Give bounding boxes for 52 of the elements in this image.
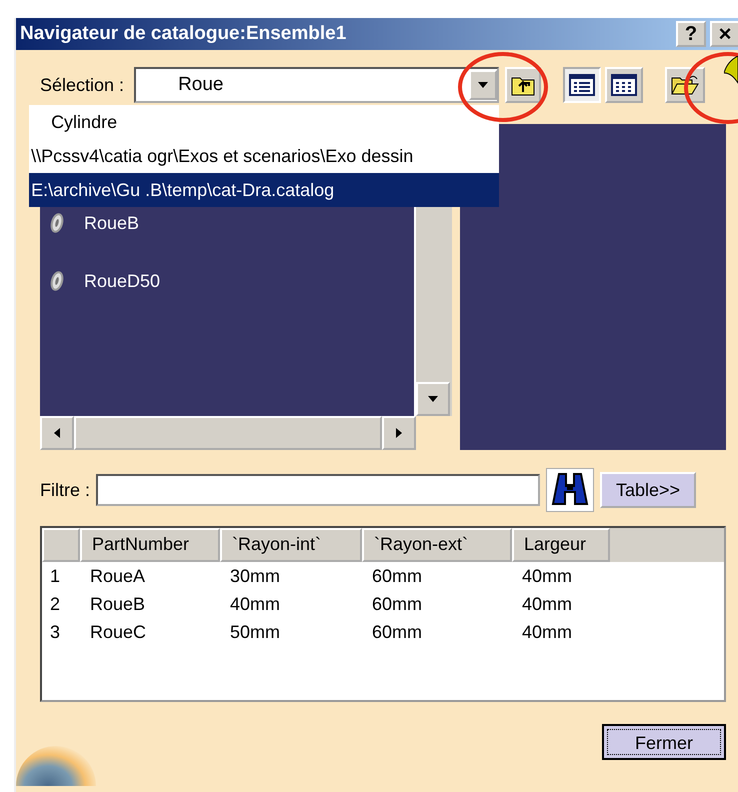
close-dialog-button[interactable]: Fermer	[602, 724, 726, 760]
scroll-right-button[interactable]	[382, 416, 416, 450]
table-cell-text: 40mm	[521, 622, 574, 642]
list-view-icon	[569, 74, 596, 96]
dropdown-button[interactable]	[469, 70, 498, 100]
dropdown-option[interactable]: Cylindre	[29, 105, 500, 139]
dropdown-option[interactable]: E:\archive\Gu .B\temp\cat-Dra.catalog	[29, 173, 500, 207]
horizontal-scrollbar[interactable]	[40, 416, 416, 450]
search-button[interactable]	[546, 468, 594, 512]
caret-icon	[478, 82, 488, 88]
scroll-left-button[interactable]	[40, 416, 74, 450]
filter-field[interactable]	[96, 474, 540, 506]
help-button[interactable]: ?	[676, 21, 706, 47]
binoculars-icon	[551, 472, 590, 508]
column-header[interactable]: PartNumber	[80, 528, 220, 562]
selection-label: Sélection :	[40, 74, 124, 96]
catalog-item[interactable]: RoueB	[84, 212, 140, 234]
close-button[interactable]: ×	[710, 21, 738, 47]
column-header[interactable]: `Rayon-int`	[220, 528, 362, 562]
table-cell-text: RoueC	[89, 622, 148, 642]
catalog-item[interactable]: RoueD50	[84, 270, 160, 292]
open-folder-icon	[671, 74, 700, 96]
caret-icon	[54, 428, 60, 438]
table-cell-text: 60mm	[371, 594, 424, 614]
column-header[interactable]: `Rayon-ext`	[362, 528, 512, 562]
scroll-down-button[interactable]	[416, 382, 450, 416]
window-title: Navigateur de catalogue:Ensemble1	[20, 23, 346, 45]
wheel-icon	[50, 270, 64, 292]
grid-view-button[interactable]	[605, 67, 644, 103]
dropdown-option[interactable]: \\Pcssv4\catia ogr\Exos et scenarios\Exo dessin	[29, 139, 500, 173]
caret-icon	[396, 428, 402, 438]
table-cell-text: 60mm	[371, 566, 424, 586]
table-cell-text: 50mm	[229, 622, 282, 642]
table-cell-text: 40mm	[521, 566, 574, 586]
row-number: 2	[49, 594, 62, 614]
column-header[interactable]: Largeur	[512, 528, 610, 562]
caret-icon	[428, 396, 438, 402]
list-view-button[interactable]	[563, 67, 602, 103]
wheel-icon	[50, 212, 64, 234]
open-folder-button[interactable]	[665, 67, 706, 103]
table-button[interactable]: Table>>	[600, 472, 696, 508]
folder-up-button[interactable]	[505, 67, 542, 103]
table-cell-text: 30mm	[229, 566, 282, 586]
table-cell-text: 40mm	[521, 594, 574, 614]
row-number: 1	[49, 566, 62, 586]
row-number: 3	[49, 622, 62, 642]
table-cell-text: RoueA	[89, 566, 146, 586]
table-cell-text: 40mm	[229, 594, 282, 614]
table-cell-text: RoueB	[89, 594, 146, 614]
filter-label: Filtre :	[40, 480, 90, 500]
table-cell-text: 60mm	[371, 622, 424, 642]
grid-view-icon	[611, 74, 638, 96]
